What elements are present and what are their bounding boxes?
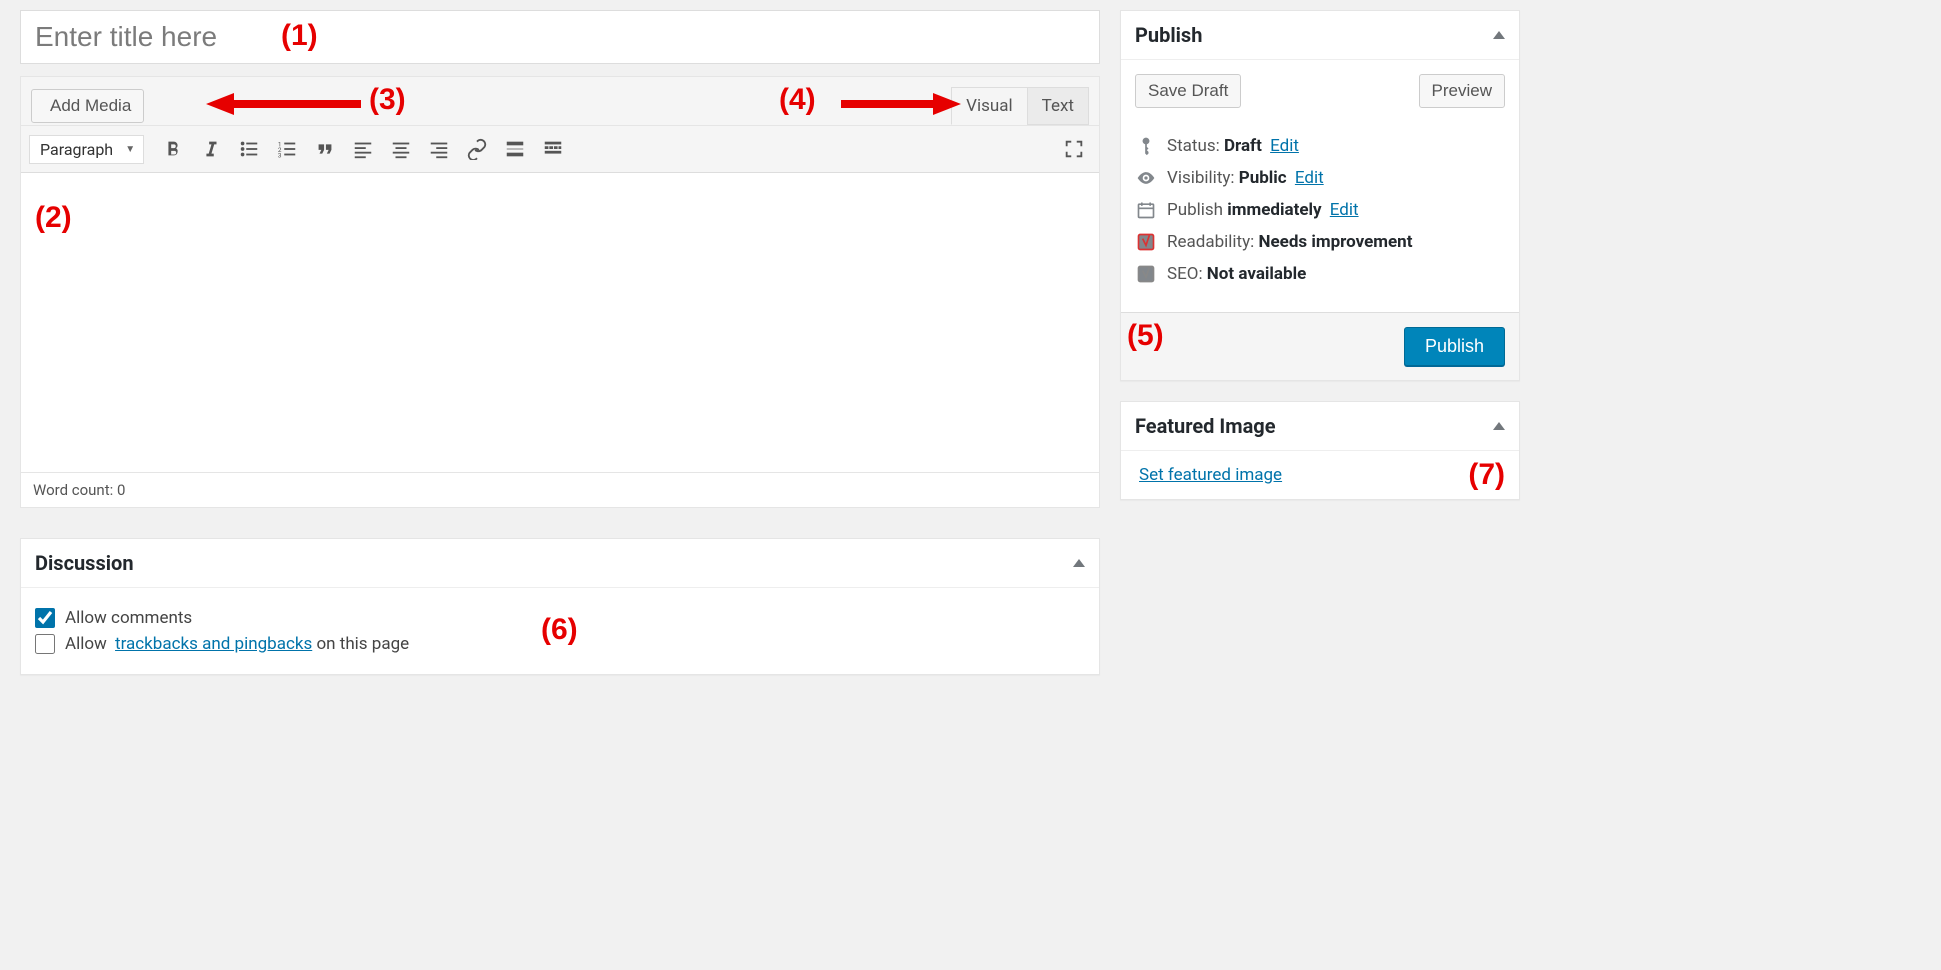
discussion-title: Discussion bbox=[35, 551, 134, 575]
visibility-value: Public bbox=[1239, 168, 1287, 188]
add-media-button[interactable]: Add Media bbox=[31, 89, 144, 123]
readability-row: Readability: Needs improvement bbox=[1135, 232, 1505, 252]
yoast-icon bbox=[1135, 264, 1157, 284]
publish-title: Publish bbox=[1135, 23, 1202, 47]
publish-date-row: Publish immediately Edit bbox=[1135, 200, 1505, 220]
svg-text:3: 3 bbox=[278, 151, 282, 159]
calendar-icon bbox=[1135, 200, 1157, 220]
allow-trackbacks-prefix: Allow bbox=[65, 634, 111, 654]
editor-toolbar: Paragraph 123 bbox=[21, 125, 1099, 173]
seo-label: SEO: bbox=[1167, 264, 1203, 284]
status-row: Status: Draft Edit bbox=[1135, 136, 1505, 156]
tab-text[interactable]: Text bbox=[1027, 87, 1089, 125]
edit-status-link[interactable]: Edit bbox=[1270, 136, 1299, 156]
publish-box: Publish Save Draft Preview Status: Draft… bbox=[1120, 10, 1520, 381]
publish-date-label: Publish bbox=[1167, 200, 1223, 220]
align-center-button[interactable] bbox=[384, 132, 418, 166]
allow-trackbacks-checkbox[interactable] bbox=[35, 634, 55, 654]
featured-image-header[interactable]: Featured Image bbox=[1121, 402, 1519, 451]
word-count-value: 0 bbox=[117, 481, 125, 499]
editor-tabs: Visual Text bbox=[952, 87, 1089, 125]
featured-image-box: Featured Image Set featured image (7) bbox=[1120, 401, 1520, 500]
collapse-icon bbox=[1073, 559, 1085, 567]
annotation-2: (2) bbox=[35, 201, 72, 235]
collapse-icon bbox=[1493, 422, 1505, 430]
allow-trackbacks-row[interactable]: Allow trackbacks and pingbacks on this p… bbox=[35, 634, 1085, 654]
title-container: (1) bbox=[20, 10, 1100, 64]
visibility-row: Visibility: Public Edit bbox=[1135, 168, 1505, 188]
status-value: Draft bbox=[1224, 136, 1262, 156]
discussion-box: Discussion Allow comments Allow trackbac… bbox=[20, 538, 1100, 675]
edit-visibility-link[interactable]: Edit bbox=[1295, 168, 1324, 188]
editor-status-bar: Word count: 0 bbox=[21, 473, 1099, 507]
trackbacks-link[interactable]: trackbacks and pingbacks bbox=[115, 634, 312, 654]
preview-button[interactable]: Preview bbox=[1419, 74, 1505, 108]
numbered-list-button[interactable]: 123 bbox=[270, 132, 304, 166]
editor-container: Add Media Visual Text (3) (4) bbox=[20, 76, 1100, 508]
publish-date-value: immediately bbox=[1227, 200, 1321, 220]
publish-actions: (5) Publish bbox=[1121, 312, 1519, 380]
set-featured-image-link[interactable]: Set featured image bbox=[1139, 465, 1282, 485]
format-select[interactable]: Paragraph bbox=[29, 135, 144, 164]
bold-button[interactable] bbox=[156, 132, 190, 166]
readability-value: Needs improvement bbox=[1258, 232, 1412, 252]
format-select-label: Paragraph bbox=[40, 140, 113, 159]
fullscreen-button[interactable] bbox=[1057, 132, 1091, 166]
edit-publish-date-link[interactable]: Edit bbox=[1330, 200, 1359, 220]
publish-button[interactable]: Publish bbox=[1404, 327, 1505, 366]
collapse-icon bbox=[1493, 31, 1505, 39]
bullet-list-button[interactable] bbox=[232, 132, 266, 166]
allow-trackbacks-label: Allow trackbacks and pingbacks on this p… bbox=[65, 634, 409, 654]
seo-row: SEO: Not available bbox=[1135, 264, 1505, 284]
seo-value: Not available bbox=[1207, 264, 1306, 284]
link-button[interactable] bbox=[460, 132, 494, 166]
discussion-header[interactable]: Discussion bbox=[21, 539, 1099, 588]
allow-comments-label: Allow comments bbox=[65, 608, 192, 628]
featured-image-title: Featured Image bbox=[1135, 414, 1276, 438]
allow-trackbacks-suffix: on this page bbox=[312, 634, 409, 654]
align-left-button[interactable] bbox=[346, 132, 380, 166]
allow-comments-checkbox[interactable] bbox=[35, 608, 55, 628]
annotation-5: (5) bbox=[1127, 319, 1164, 353]
readability-label: Readability: bbox=[1167, 232, 1254, 252]
allow-comments-row[interactable]: Allow comments bbox=[35, 608, 1085, 628]
post-title-input[interactable] bbox=[35, 17, 1085, 57]
italic-button[interactable] bbox=[194, 132, 228, 166]
tab-visual[interactable]: Visual bbox=[951, 87, 1027, 125]
editor-content-area[interactable]: (2) bbox=[21, 173, 1099, 473]
yoast-icon bbox=[1135, 232, 1157, 252]
save-draft-button[interactable]: Save Draft bbox=[1135, 74, 1241, 108]
key-icon bbox=[1135, 136, 1157, 156]
align-right-button[interactable] bbox=[422, 132, 456, 166]
blockquote-button[interactable] bbox=[308, 132, 342, 166]
word-count-label: Word count: bbox=[33, 481, 113, 499]
toolbar-toggle-button[interactable] bbox=[536, 132, 570, 166]
status-label: Status: bbox=[1167, 136, 1220, 156]
publish-header[interactable]: Publish bbox=[1121, 11, 1519, 60]
eye-icon bbox=[1135, 168, 1157, 188]
add-media-label: Add Media bbox=[50, 96, 131, 116]
read-more-button[interactable] bbox=[498, 132, 532, 166]
visibility-label: Visibility: bbox=[1167, 168, 1235, 188]
